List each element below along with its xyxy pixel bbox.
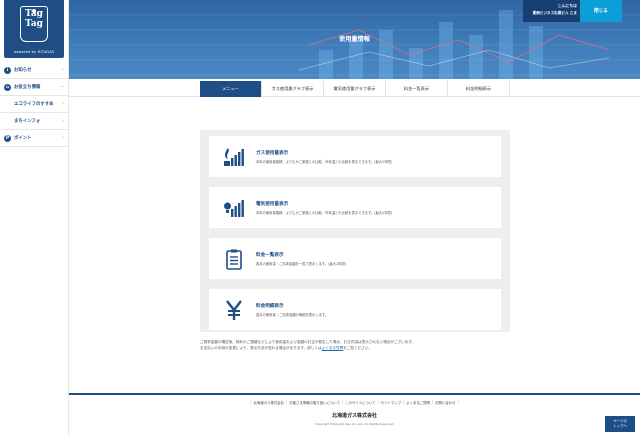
notice-line-2: お支払いの手続の変更により、表示方法が変わる場合があります。詳しくはよくある質問… (200, 345, 540, 351)
sidebar-item[interactable]: まちインフォ › (0, 113, 68, 130)
menu-card-description: 各月の使用量・ご請求金額を一覧で表示します。(最大2年間) (256, 261, 347, 266)
sidebar-item[interactable]: P ポイント › (0, 130, 68, 147)
info-icon: i (4, 66, 11, 74)
menu-card-title: 料金一覧表示 (256, 252, 284, 258)
menu-card-text: 料金明細表示各月の使用量・ご請求金額の明細を表示します。 (256, 303, 328, 317)
footer-copyright: Copyright Hokkaido Gas Co.,Ltd. All Righ… (314, 422, 395, 426)
footer-link[interactable]: お問い合わせ (435, 400, 455, 405)
menu-card-text: ガス使用量表示本年の使用量推移、よりむかご家族との比較、外気温との比較を表示でき… (256, 150, 392, 164)
chevron-right-icon: › (62, 67, 64, 73)
greeting-text: こんにちは (557, 3, 577, 8)
tab-料金一覧表示[interactable]: 料金一覧表示 (386, 81, 448, 97)
sidebar-item-label: まちインフォ (14, 119, 41, 124)
footer-link[interactable]: よくあるご質問 (406, 400, 430, 405)
footer-separator: | (341, 400, 344, 404)
user-info: こんにちは 夏刷ビジネス札幌ビル さま (523, 0, 580, 22)
notice-text: ご請求金額の確定後、検針のご連絡などにより使用量および金額の訂正が発生した場合、… (200, 339, 540, 351)
sidebar-item[interactable]: i お知らせ › (0, 62, 68, 79)
menu-card-title: 電気使用量表示 (256, 201, 289, 207)
footer-separator: | (286, 400, 288, 404)
chevron-right-icon: › (62, 118, 64, 124)
menu-card-description: 各月の使用量・ご請求金額の明細を表示します。 (256, 312, 329, 317)
faq-link[interactable]: よくある質問 (322, 346, 344, 350)
menu-card-description: 本年の使用量推移、よりむかご家族との比較、外気温との比較を表示できます。(最大2… (256, 210, 393, 215)
footer-separator: | (457, 400, 459, 404)
footer-link[interactable]: 北海道ガス株式会社 (254, 400, 285, 405)
point-icon: P (4, 134, 11, 142)
menu-card-text: 電気使用量表示本年の使用量推移、よりむかご家族との比較、外気温との比較を表示でき… (256, 201, 392, 215)
menu-card-text: 料金一覧表示各月の使用量・ご請求金額を一覧で表示します。(最大2年間) (256, 252, 346, 266)
footer-link[interactable]: お客さま情報の取り扱いについて (289, 400, 340, 405)
sidebar-item[interactable]: ⌂ お役立ち情報 − (0, 79, 68, 96)
footer-company: 北海道ガス株式会社 (331, 413, 377, 419)
close-button[interactable]: 閉じる (580, 0, 622, 22)
chevron-right-icon: › (62, 135, 64, 141)
tab-電気使用量グラフ表示[interactable]: 電気使用量グラフ表示 (324, 81, 386, 97)
chevron-right-icon: › (62, 101, 64, 107)
menu-card-title: 料金明細表示 (256, 303, 284, 309)
footer-separator: | (431, 400, 434, 404)
bulb-chart-icon (223, 197, 245, 219)
footer-separator: | (250, 400, 252, 404)
page-top-button[interactable]: ページの トップへ (605, 416, 635, 432)
menu-card-title: ガス使用量表示 (256, 150, 289, 156)
logo-name: Tag Tag (25, 9, 43, 29)
footer-separator: | (403, 400, 405, 404)
sidebar-item-label: お役立ち情報 (14, 85, 41, 90)
sidebar-nav: i お知らせ › ⌂ お役立ち情報 − エコライフのすすめ › まちインフォ › P ポイント › (0, 62, 68, 147)
footer-separator: | (377, 400, 379, 404)
notice-line-2-tail: をご覧ください。 (343, 346, 372, 350)
sidebar-item-label: ポイント (14, 136, 32, 141)
menu-card-電気使用量表示[interactable]: 電気使用量表示本年の使用量推移、よりむかご家族との比較、外気温との比較を表示でき… (209, 187, 501, 228)
tab-料金明細表示[interactable]: 料金明細表示 (448, 81, 510, 97)
yen-icon (223, 299, 245, 321)
page-title: 使用量情報 (339, 36, 370, 43)
logo[interactable]: Tag Tag powered by HITAGAS (4, 0, 64, 58)
footer-link[interactable]: このサイトについて (345, 400, 375, 405)
tab-ガス使用量グラフ表示[interactable]: ガス使用量グラフ表示 (262, 81, 324, 97)
sidebar: Tag Tag powered by HITAGAS i お知らせ › ⌂ お役立ち情報 −… (0, 0, 69, 436)
user-name: 夏刷ビジネス札幌ビル さま (532, 11, 577, 15)
menu-card-description: 本年の使用量推移、よりむかご家族との比較、外気温との比較を表示できます。(最大2… (256, 159, 393, 164)
tab-メニュー[interactable]: メニュー (200, 81, 262, 97)
collapse-icon: − (59, 84, 64, 90)
menu-card-ガス使用量表示[interactable]: ガス使用量表示本年の使用量推移、よりむかご家族との比較、外気温との比較を表示でき… (209, 136, 501, 177)
footer-link[interactable]: サイトマップ (381, 400, 401, 405)
home-icon: ⌂ (4, 83, 11, 91)
notice-line-2-text: お支払いの手続の変更により、表示方法が変わる場合があります。詳しくは (200, 346, 322, 350)
clipboard-list-icon (223, 248, 245, 270)
menu-card-料金明細表示[interactable]: 料金明細表示各月の使用量・ご請求金額の明細を表示します。 (209, 289, 501, 330)
logo-tagline: powered by HITAGAS (13, 50, 55, 54)
gas-flame-chart-icon (223, 146, 245, 168)
menu-panel: ガス使用量表示本年の使用量推移、よりむかご家族との比較、外気温との比較を表示でき… (200, 130, 510, 332)
footer-divider (69, 393, 640, 395)
sidebar-item-label: エコライフのすすめ (14, 102, 54, 107)
footer-links: | 北海道ガス株式会社 | お客さま情報の取り扱いについて | このサイトについて | サイト… (69, 400, 640, 405)
sidebar-item[interactable]: エコライフのすすめ › (0, 96, 68, 113)
menu-card-料金一覧表示[interactable]: 料金一覧表示各月の使用量・ご請求金額を一覧で表示します。(最大2年間) (209, 238, 501, 279)
tab-bar: メニュー ガス使用量グラフ表示 電気使用量グラフ表示 料金一覧表示 料金明細表示 (200, 81, 510, 97)
sidebar-item-label: お知らせ (14, 68, 32, 73)
